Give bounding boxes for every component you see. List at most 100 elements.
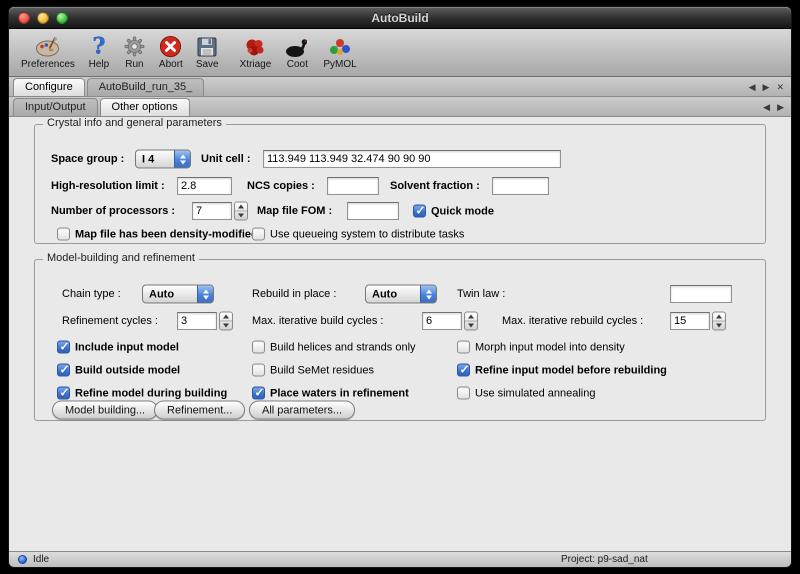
checkbox-box	[252, 228, 265, 241]
place-waters-checkbox[interactable]: Place waters in refinement	[252, 387, 409, 400]
density-modified-checkbox[interactable]: Map file has been density-modified	[57, 228, 258, 241]
toolbar-label: Preferences	[21, 59, 75, 71]
checkbox-box	[413, 205, 426, 218]
checkbox-label: Quick mode	[431, 205, 494, 217]
toolbar-item-coot[interactable]: Coot	[282, 31, 312, 75]
tab-close-button[interactable]: ✕	[776, 77, 784, 97]
popup-arrows-icon	[174, 151, 190, 168]
tab-scroll-right-button[interactable]: ▶	[763, 77, 770, 97]
tab-other-options[interactable]: Other options	[100, 98, 190, 116]
toolbar-label: PyMOL	[323, 59, 356, 71]
high-res-label: High-resolution limit :	[51, 180, 165, 192]
tab-input-output[interactable]: Input/Output	[13, 98, 98, 116]
toolbar-item-save[interactable]: Save	[194, 31, 221, 75]
toolbar-item-abort[interactable]: Abort	[157, 31, 185, 75]
queueing-checkbox[interactable]: Use queueing system to distribute tasks	[252, 228, 464, 241]
abort-icon	[159, 34, 182, 59]
map-fom-input[interactable]	[347, 202, 399, 220]
checkbox-label: Refine model during building	[75, 387, 227, 399]
svg-text:?: ?	[92, 35, 105, 58]
screen-background: AutoBuild Preferences	[0, 0, 800, 574]
checkbox-box	[252, 364, 265, 377]
rebuild-in-place-label: Rebuild in place :	[252, 288, 336, 300]
tab-autobuild-run-35[interactable]: AutoBuild_run_35_	[87, 78, 205, 96]
space-group-value: I 4	[136, 153, 174, 165]
processors-stepper[interactable]	[234, 202, 248, 221]
crystal-info-group: Crystal info and general parameters Spac…	[34, 124, 766, 244]
rebuild-cycles-label: Max. iterative rebuild cycles :	[502, 315, 643, 327]
status-text: Idle	[33, 554, 49, 565]
unit-cell-label: Unit cell :	[201, 153, 251, 165]
build-cycles-input[interactable]	[422, 312, 462, 330]
model-group-title: Model-building and refinement	[43, 252, 199, 264]
rebuild-in-place-select[interactable]: Auto	[365, 285, 437, 304]
toolbar-item-xtriage[interactable]: Xtriage	[238, 31, 274, 75]
morph-input-model-checkbox[interactable]: Morph input model into density	[457, 341, 625, 354]
checkbox-box	[57, 387, 70, 400]
rebuild-cycles-stepper[interactable]	[712, 312, 726, 331]
build-helices-checkbox[interactable]: Build helices and strands only	[252, 341, 416, 354]
model-building-button[interactable]: Model building...	[52, 401, 158, 420]
refine-input-model-checkbox[interactable]: Refine input model before rebuilding	[457, 364, 667, 377]
refinement-cycles-input[interactable]	[177, 312, 217, 330]
ncs-copies-label: NCS copies :	[247, 180, 315, 192]
checkbox-box	[457, 387, 470, 400]
checkbox-label: Place waters in refinement	[270, 387, 409, 399]
simulated-annealing-checkbox[interactable]: Use simulated annealing	[457, 387, 595, 400]
tab-label: Other options	[112, 101, 178, 113]
space-group-select[interactable]: I 4	[135, 150, 191, 169]
checkbox-label: Map file has been density-modified	[75, 228, 258, 240]
solvent-fraction-input[interactable]	[492, 177, 549, 195]
sub-tab-bar: Input/Output Other options ◀ ▶	[9, 97, 791, 117]
quick-mode-checkbox[interactable]: Quick mode	[413, 205, 494, 218]
tab-scroll-left-button[interactable]: ◀	[749, 77, 756, 97]
toolbar-label: Abort	[159, 59, 183, 71]
refine-during-building-checkbox[interactable]: Refine model during building	[57, 387, 227, 400]
toolbar-label: Xtriage	[240, 59, 272, 71]
subtab-scroll-right-button[interactable]: ▶	[777, 97, 784, 117]
all-parameters-button[interactable]: All parameters...	[249, 401, 355, 420]
model-building-group: Model-building and refinement Chain type…	[34, 259, 766, 421]
refinement-button[interactable]: Refinement...	[154, 401, 245, 420]
checkbox-box	[57, 228, 70, 241]
tab-label: AutoBuild_run_35_	[99, 81, 193, 93]
tab-configure[interactable]: Configure	[13, 78, 85, 96]
toolbar-item-pymol[interactable]: PyMOL	[321, 31, 358, 75]
toolbar-label: Run	[125, 59, 143, 71]
checkbox-box	[457, 341, 470, 354]
main-tab-bar: Configure AutoBuild_run_35_ ◀ ▶ ✕	[9, 77, 791, 97]
toolbar: Preferences ? Help	[9, 29, 791, 77]
twin-law-input[interactable]	[670, 285, 732, 303]
build-cycles-label: Max. iterative build cycles :	[252, 315, 383, 327]
status-indicator-icon	[18, 555, 27, 564]
popup-arrows-icon	[197, 286, 213, 303]
build-semet-checkbox[interactable]: Build SeMet residues	[252, 364, 374, 377]
checkbox-box	[252, 341, 265, 354]
pymol-icon	[328, 34, 352, 59]
rebuild-cycles-input[interactable]	[670, 312, 710, 330]
window-title: AutoBuild	[9, 7, 791, 29]
build-cycles-stepper[interactable]	[464, 312, 478, 331]
project-label: Project: p9-sad_nat	[561, 554, 648, 565]
toolbar-item-run[interactable]: Run	[121, 31, 148, 75]
toolbar-item-help[interactable]: ? Help	[86, 31, 112, 75]
sub-tab-controls: ◀ ▶	[763, 97, 784, 117]
subtab-scroll-left-button[interactable]: ◀	[763, 97, 770, 117]
processors-input[interactable]	[192, 202, 232, 220]
unit-cell-input[interactable]	[263, 150, 561, 168]
chain-type-value: Auto	[143, 288, 197, 300]
include-input-model-checkbox[interactable]: Include input model	[57, 341, 179, 354]
ncs-copies-input[interactable]	[327, 177, 379, 195]
high-res-input[interactable]	[177, 177, 232, 195]
toolbar-item-preferences[interactable]: Preferences	[19, 31, 77, 75]
build-outside-model-checkbox[interactable]: Build outside model	[57, 364, 180, 377]
titlebar[interactable]: AutoBuild	[9, 7, 791, 29]
chain-type-select[interactable]: Auto	[142, 285, 214, 304]
status-bar: Idle Project: p9-sad_nat	[9, 551, 791, 567]
chain-type-label: Chain type :	[62, 288, 121, 300]
tab-label: Input/Output	[25, 101, 86, 113]
toolbar-label: Save	[196, 59, 219, 71]
refinement-cycles-stepper[interactable]	[219, 312, 233, 331]
coot-icon	[284, 34, 310, 59]
checkbox-box	[457, 364, 470, 377]
